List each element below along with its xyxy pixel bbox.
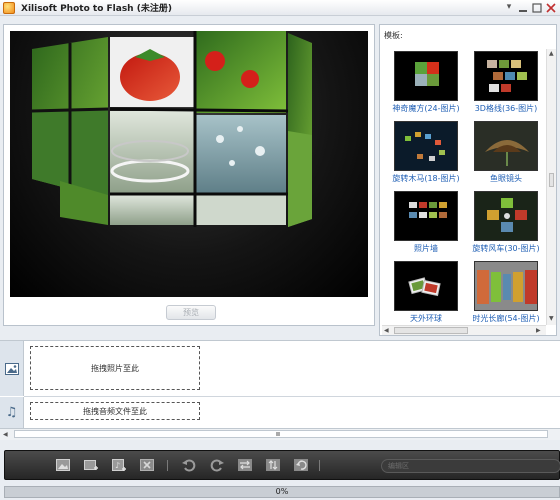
template-item[interactable]: 天外环球 [386,259,466,324]
audio-track-header: ♫ [0,397,24,428]
template-item[interactable]: 旋转风车(30-图片) [466,189,546,257]
template-caption: 旋转木马(18-图片) [392,174,460,183]
template-item[interactable]: 鱼眼镜头 [466,119,546,187]
template-thumbnail [394,191,458,241]
template-caption: 时光长廊(54-图片) [472,314,540,323]
scroll-left-icon[interactable]: ◀ [384,327,389,334]
template-thumbnail [474,121,538,171]
template-caption: 鱼眼镜头 [490,174,522,183]
swap-vertical-icon[interactable] [265,457,281,473]
toolbar-separator [319,460,320,471]
template-caption: 照片墙 [414,244,438,253]
scroll-up-icon[interactable]: ▲ [549,50,554,57]
template-thumbnail [394,261,458,311]
template-label: 模板: [384,31,403,40]
template-item[interactable]: 照片墙 [386,189,466,257]
add-photo-icon[interactable] [55,457,71,473]
help-dropdown-icon[interactable]: ▾ [503,2,515,14]
photo-drop-zone[interactable]: 拖拽照片至此 [30,346,200,390]
scroll-left-icon[interactable]: ◀ [3,431,8,438]
app-logo-icon [3,1,15,14]
track-divider [24,396,560,397]
template-caption: 天外环球 [410,314,442,323]
template-caption: 旋转风车(30-图片) [472,244,540,253]
timeline-panel: 拖拽照片至此 ♫ 拖拽音频文件至此 ◀ [0,340,560,440]
template-thumbnail [474,191,538,241]
window-title: Xilisoft Photo to Flash (未注册) [21,4,172,14]
template-caption: 3D格线(36-图片) [474,104,538,113]
template-item[interactable]: 神奇魔方(24-图片) [386,49,466,117]
undo-icon[interactable] [293,457,309,473]
template-vertical-scrollbar[interactable]: ▲ ▼ [546,49,556,325]
rotate-left-icon[interactable] [181,457,197,473]
toolbar-separator [167,460,168,471]
maximize-icon[interactable] [531,2,543,14]
svg-text:♪: ♪ [115,461,120,470]
minimize-icon[interactable] [517,2,529,14]
scroll-down-icon[interactable]: ▼ [549,315,554,322]
template-item[interactable]: 时光长廊(54-图片) [466,259,546,324]
template-caption: 神奇魔方(24-图片) [392,104,460,113]
preview-button[interactable]: 预览 [166,305,216,320]
bottom-toolbar: ♪ 编辑区 [4,450,560,480]
template-grid: 神奇魔方(24-图片) 3D格线(36-图片) 旋转木马(18-图片) 鱼眼镜头… [382,49,546,324]
rotate-right-icon[interactable] [209,457,225,473]
template-horizontal-scrollbar[interactable]: ◀ ▶ [382,325,546,335]
template-panel: 模板: 神奇魔方(24-图片) 3D格线(36-图片) 旋转木马(18-图片) … [379,24,557,336]
add-folder-icon[interactable] [83,457,99,473]
template-thumbnail [474,51,538,101]
delete-icon[interactable] [139,457,155,473]
preview-panel: 预览 [3,24,375,326]
scrollbar-track[interactable] [14,430,548,438]
scrollbar-thumb[interactable] [394,327,468,334]
template-thumbnail [474,261,538,311]
photo-icon [4,362,19,375]
preview-stage [10,31,368,297]
photo-cube-preview [31,31,312,227]
progress-bar: 0% [4,486,560,498]
close-icon[interactable] [545,2,557,14]
edit-area-field[interactable]: 编辑区 [381,459,560,473]
photo-track-header [0,341,24,396]
scrollbar-thumb[interactable] [276,432,280,436]
swap-horizontal-icon[interactable] [237,457,253,473]
progress-text: 0% [275,487,289,496]
template-item[interactable]: 3D格线(36-图片) [466,49,546,117]
scroll-right-icon[interactable]: ▶ [536,327,541,334]
title-bar: Xilisoft Photo to Flash (未注册) ▾ [0,0,560,16]
music-note-icon: ♫ [5,405,18,420]
audio-drop-zone[interactable]: 拖拽音频文件至此 [30,402,200,420]
template-thumbnail [394,51,458,101]
scrollbar-thumb[interactable] [549,173,554,187]
add-audio-icon[interactable]: ♪ [111,457,127,473]
timeline-horizontal-scrollbar[interactable]: ◀ [0,428,560,440]
template-item[interactable]: 旋转木马(18-图片) [386,119,466,187]
template-thumbnail [394,121,458,171]
